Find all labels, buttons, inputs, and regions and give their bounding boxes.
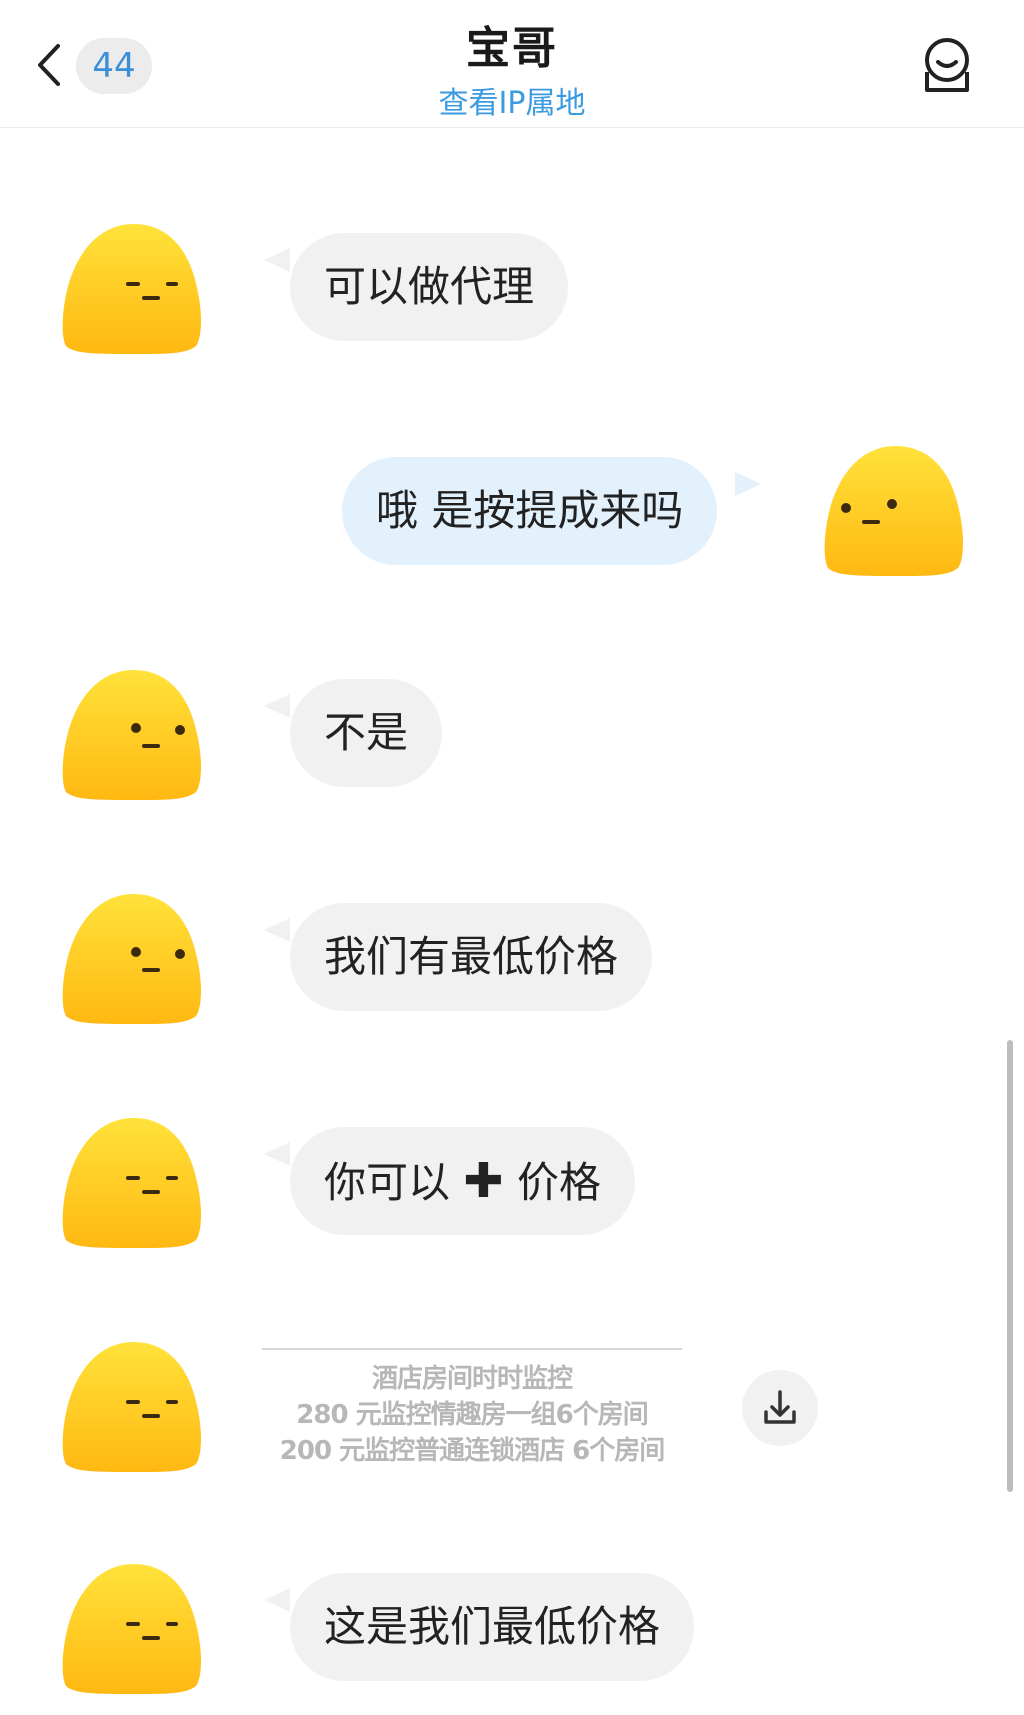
contact-avatar[interactable] <box>58 1338 204 1474</box>
bubble-tail <box>264 694 290 718</box>
message-bubble[interactable]: 你可以 ✚ 价格 <box>290 1127 635 1235</box>
message-text: 你可以 <box>324 1158 451 1207</box>
chat-header: 44 宝哥 查看IP属地 <box>0 0 1024 128</box>
bubble-tail <box>735 472 761 496</box>
message-bubble[interactable]: 不是 <box>290 679 443 787</box>
contact-avatar[interactable] <box>58 666 204 802</box>
image-text-line: 280 元监控情趣房一组6个房间 <box>296 1400 648 1430</box>
contact-avatar[interactable] <box>58 1114 204 1250</box>
my-avatar[interactable] <box>820 442 966 578</box>
image-text-line: 酒店房间时时监控 <box>371 1364 573 1394</box>
bubble-tail <box>264 1588 290 1612</box>
scrollbar[interactable] <box>1007 1040 1013 1492</box>
message-bubble[interactable]: 我们有最低价格 <box>290 903 653 1011</box>
image-text-line: 200 元监控普通连锁酒店 6个房间 <box>279 1436 665 1466</box>
message-bubble[interactable]: 可以做代理 <box>290 233 569 341</box>
message-text: 价格 <box>516 1158 601 1207</box>
contact-avatar[interactable] <box>58 220 204 356</box>
plus-icon: ✚ <box>463 1153 504 1209</box>
contact-avatar[interactable] <box>58 890 204 1026</box>
contact-name: 宝哥 <box>466 23 558 74</box>
message-bubble[interactable]: 这是我们最低价格 <box>290 1573 695 1681</box>
bubble-tail <box>264 918 290 942</box>
contact-avatar[interactable] <box>58 1560 204 1696</box>
image-message[interactable]: 酒店房间时时监控 280 元监控情趣房一组6个房间 200 元监控普通连锁酒店 … <box>262 1348 682 1470</box>
view-ip-location-link[interactable]: 查看IP属地 <box>0 78 1024 122</box>
bubble-tail <box>264 1142 290 1166</box>
image-top-border <box>262 1348 682 1350</box>
bubble-tail <box>264 248 290 272</box>
download-button[interactable] <box>742 1370 818 1446</box>
download-icon <box>742 1390 818 1450</box>
profile-button[interactable] <box>916 34 978 96</box>
person-icon <box>916 38 978 100</box>
message-bubble[interactable]: 哦 是按提成来吗 <box>342 457 718 565</box>
